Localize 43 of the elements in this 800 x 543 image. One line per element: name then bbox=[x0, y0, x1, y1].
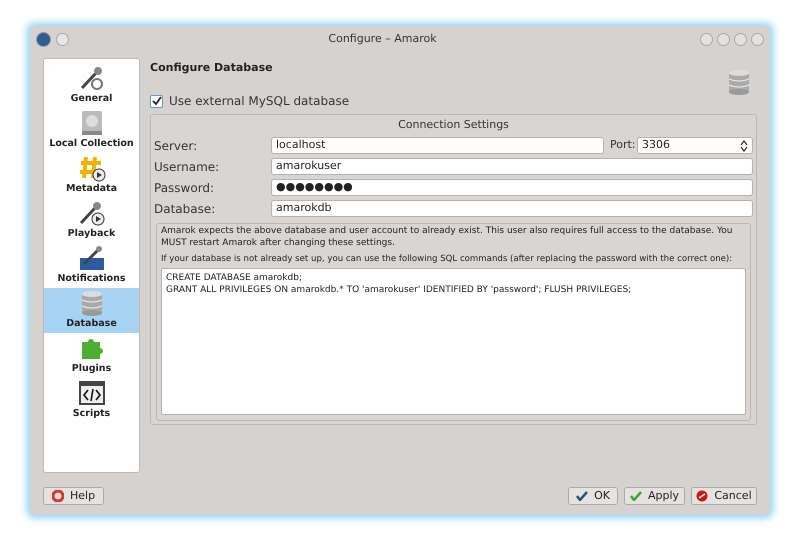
cancel-icon bbox=[696, 490, 708, 502]
field-label: Server: bbox=[154, 138, 198, 154]
database-field[interactable]: amarokdb bbox=[271, 200, 753, 217]
password-field[interactable]: ●●●●●●●● bbox=[271, 179, 753, 196]
external-db-checkbox[interactable]: Use external MySQL database bbox=[150, 92, 757, 110]
group-title: Connection Settings bbox=[397, 116, 510, 133]
sidebar-item[interactable]: Metadata bbox=[44, 153, 139, 198]
username-field[interactable]: amarokuser bbox=[271, 158, 753, 175]
sql-hint: If your database is not already set up, you can use the following SQL commands (after replacing the password with the correct one): bbox=[161, 253, 734, 265]
spin-arrows-icon bbox=[740, 140, 748, 152]
field-label: Password: bbox=[154, 180, 216, 196]
checkmark-icon bbox=[152, 96, 162, 106]
cancel-button[interactable]: Cancel bbox=[691, 487, 757, 505]
sidebar-item[interactable]: General bbox=[44, 63, 139, 108]
sidebar-item[interactable]: Local Collection bbox=[44, 108, 139, 153]
apply-button[interactable]: Apply bbox=[624, 487, 685, 505]
server-field[interactable]: localhost bbox=[271, 137, 604, 154]
sidebar-item[interactable]: Notifications bbox=[44, 243, 139, 288]
window-title: Configure – Amarok bbox=[327, 30, 438, 47]
info-text: Amarok expects the above database and user account to already exist. This user also requires full access to the database. You MUST restart Amarok after changing these settings. bbox=[161, 225, 734, 249]
sidebar-item[interactable]: Plugins bbox=[44, 333, 139, 378]
ok-button[interactable]: OK bbox=[568, 487, 618, 505]
notification-icon bbox=[78, 244, 106, 272]
page-heading: Configure Database bbox=[150, 60, 273, 76]
field-label: Username: bbox=[154, 158, 220, 176]
code-icon bbox=[78, 378, 106, 407]
field-label: Port: bbox=[610, 137, 637, 154]
check-icon bbox=[630, 491, 642, 501]
lifebuoy-icon bbox=[52, 490, 64, 502]
sidebar-item[interactable]: Scripts bbox=[44, 378, 139, 423]
pin-button[interactable] bbox=[56, 32, 69, 46]
help-button[interactable]: Help bbox=[43, 487, 104, 505]
close-window-button[interactable] bbox=[751, 32, 764, 46]
sidebar-item[interactable]: Playback bbox=[44, 198, 139, 243]
sql-text-area[interactable]: CREATE DATABASE amarokdb; GRANT ALL PRIVILEGES ON amarokdb.* TO 'amarokuser' IDENTIFIED BY 'password'; FLUSH PRIVILEGES; bbox=[161, 268, 746, 415]
maximize-window-button[interactable] bbox=[734, 32, 747, 46]
port-spinbox[interactable]: 3306 bbox=[637, 137, 753, 154]
app-menu-icon[interactable] bbox=[36, 32, 51, 46]
field-label: Database: bbox=[154, 200, 216, 218]
help-window-button[interactable] bbox=[700, 32, 713, 46]
sidebar-item[interactable]: Database bbox=[44, 288, 139, 333]
check-icon bbox=[576, 491, 588, 501]
minimize-window-button[interactable] bbox=[717, 32, 730, 46]
